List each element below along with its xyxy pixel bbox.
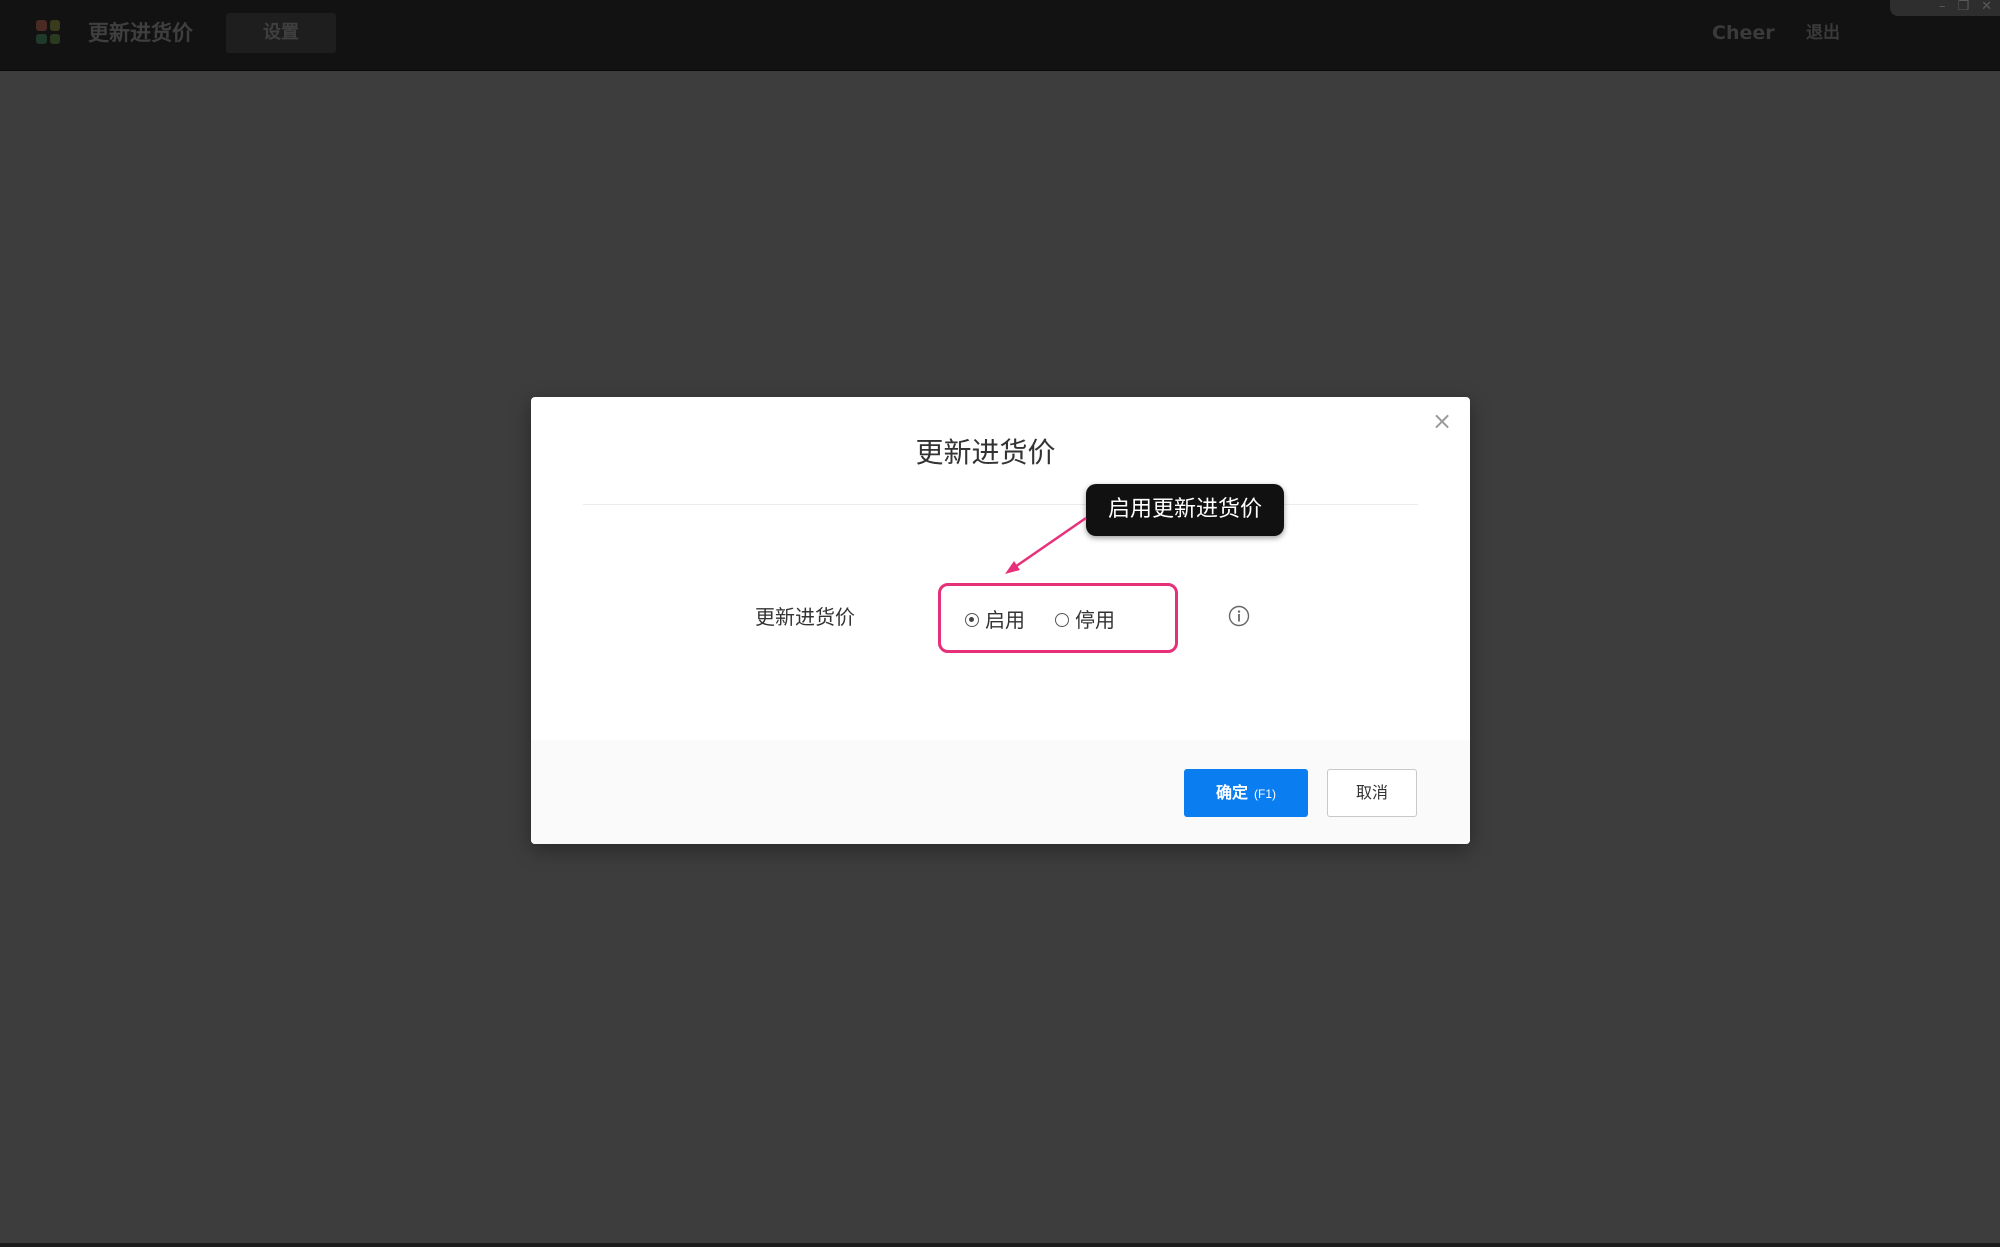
radio-enable-label: 启用 — [985, 608, 1025, 632]
confirm-label: 确定 — [1215, 785, 1248, 802]
tab-settings[interactable]: 设置 — [226, 13, 336, 53]
radio-group-highlight: 启用 停用 — [938, 583, 1178, 653]
radio-enable[interactable]: 启用 — [965, 606, 1025, 634]
maximize-icon[interactable]: ❐ — [1957, 0, 1969, 16]
info-icon[interactable] — [1228, 605, 1250, 627]
window-controls: – ❐ ✕ — [1890, 0, 2000, 16]
close-window-icon[interactable]: ✕ — [1981, 0, 1992, 16]
app-title: 更新进货价 — [88, 21, 193, 45]
radio-disable-label: 停用 — [1075, 608, 1115, 632]
dialog-title: 更新进货价 — [915, 436, 1056, 469]
top-bar: 更新进货价 设置 Cheer 退出 – ❐ ✕ — [0, 0, 2000, 71]
annotation-callout: 启用更新进货价 — [1086, 484, 1284, 536]
confirm-shortcut: (F1) — [1254, 787, 1276, 801]
field-label: 更新进货价 — [755, 605, 855, 629]
radio-unchecked-icon[interactable] — [1055, 613, 1069, 627]
bottom-edge — [0, 1243, 2000, 1247]
close-icon[interactable]: × — [1430, 409, 1454, 433]
radio-checked-icon[interactable] — [965, 613, 979, 627]
confirm-button[interactable]: 确定 (F1) — [1184, 769, 1308, 817]
app-logo-icon — [36, 20, 60, 44]
update-price-dialog: × 更新进货价 更新进货价 启用 停用 确定 (F1) 取消 — [531, 397, 1470, 844]
radio-disable[interactable]: 停用 — [1055, 606, 1115, 634]
minimize-icon[interactable]: – — [1939, 0, 1946, 16]
cancel-button[interactable]: 取消 — [1327, 769, 1417, 817]
dialog-footer: 确定 (F1) 取消 — [531, 740, 1470, 844]
user-name[interactable]: Cheer — [1712, 18, 1775, 48]
logout-link[interactable]: 退出 — [1806, 18, 1840, 48]
dialog-divider — [583, 504, 1418, 505]
